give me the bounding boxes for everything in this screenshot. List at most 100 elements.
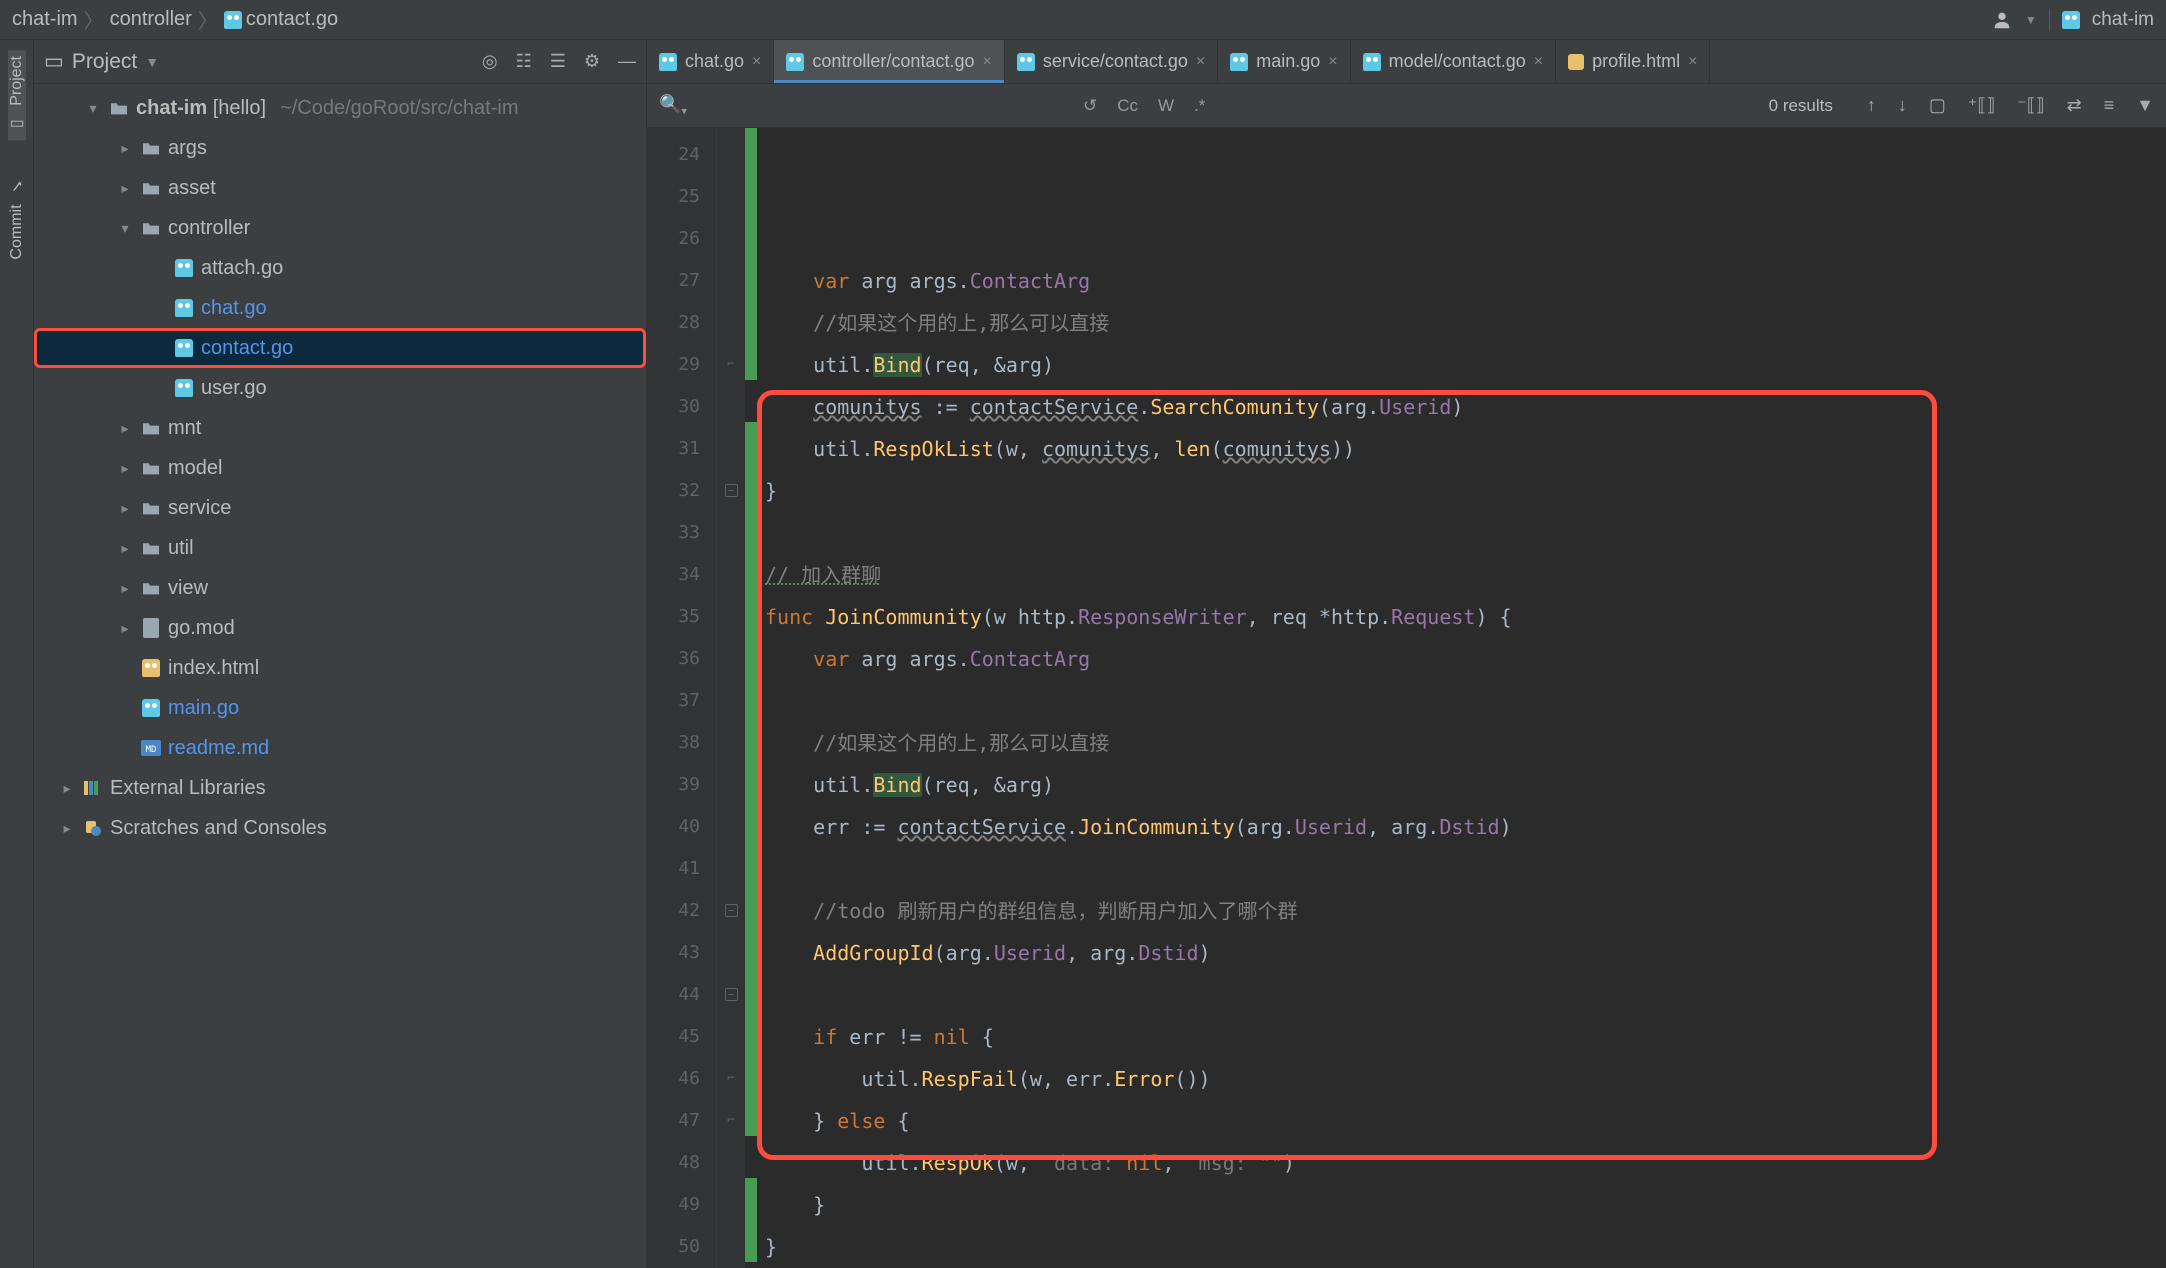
toggle-selection-icon[interactable]: ⇄	[2067, 95, 2082, 116]
chevron-down-icon[interactable]: ▼	[2025, 13, 2037, 27]
regex-button[interactable]: .*	[1194, 96, 1205, 116]
close-icon[interactable]: ×	[982, 53, 991, 71]
filter-icon[interactable]: ▼	[2136, 95, 2154, 116]
chevron-right-icon: ▸	[58, 780, 76, 797]
tool-rail: ▭ Project Commit ✓	[0, 40, 34, 1268]
tree-item-attach-go[interactable]: attach.go	[34, 248, 646, 288]
gear-icon[interactable]: ⚙	[584, 51, 600, 72]
tab-main-go[interactable]: main.go×	[1218, 40, 1350, 83]
code-content[interactable]: var arg args.ContactArg //如果这个用的上,那么可以直接…	[757, 128, 2166, 1268]
breadcrumb-file[interactable]: contact.go	[224, 8, 338, 31]
code-line[interactable]: }	[765, 1184, 2166, 1226]
tree-item-label: main.go	[168, 697, 239, 720]
words-button[interactable]: W	[1158, 96, 1174, 116]
tab-chat-go[interactable]: chat.go ×	[647, 40, 774, 83]
search-icon[interactable]: 🔍▾	[659, 94, 687, 118]
code-line[interactable]: } else {	[765, 1100, 2166, 1142]
code-line[interactable]: if err != nil {	[765, 1016, 2166, 1058]
top-app-label[interactable]: chat-im	[2092, 9, 2154, 31]
close-icon[interactable]: ×	[752, 53, 761, 71]
code-line[interactable]	[765, 974, 2166, 1016]
tree-item-index-html[interactable]: index.html	[34, 648, 646, 688]
tree-item-main-go[interactable]: main.go	[34, 688, 646, 728]
fold-gutter[interactable]: ⌐ − − − ⌐⌐	[717, 128, 745, 1268]
close-icon[interactable]: ×	[1328, 53, 1337, 71]
project-header-title[interactable]: Project	[72, 50, 137, 74]
code-line[interactable]: err := contactService.JoinCommunity(arg.…	[765, 806, 2166, 848]
tree-item-mnt[interactable]: ▸mnt	[34, 408, 646, 448]
tree-external-libraries[interactable]: ▸ External Libraries	[34, 768, 646, 808]
user-icon[interactable]	[1991, 9, 2013, 31]
close-icon[interactable]: ×	[1196, 53, 1205, 71]
tree-item-controller[interactable]: ▾controller	[34, 208, 646, 248]
expand-all-icon[interactable]: ☷	[516, 51, 532, 72]
chevron-down-icon[interactable]: ▼	[145, 54, 159, 70]
code-line[interactable]	[765, 680, 2166, 722]
collapse-all-icon[interactable]: ☰	[550, 51, 566, 72]
code-line[interactable]	[765, 848, 2166, 890]
tree-item-go-mod[interactable]: ▸go.mod	[34, 608, 646, 648]
tab-controller-contact-go[interactable]: controller/contact.go×	[774, 40, 1004, 83]
match-case-button[interactable]: Cc	[1117, 96, 1138, 116]
code-line[interactable]: //todo 刷新用户的群组信息，判断用户加入了哪个群	[765, 890, 2166, 932]
tree-item-label: model	[168, 457, 222, 480]
select-opened-icon[interactable]: ◎	[482, 51, 498, 72]
chevron-right-icon: ▸	[116, 620, 134, 637]
go-file-icon	[173, 257, 195, 279]
settings-icon[interactable]: ≡	[2104, 95, 2115, 116]
tree-item-util[interactable]: ▸util	[34, 528, 646, 568]
rail-project[interactable]: ▭ Project	[8, 50, 26, 140]
tab-service-contact-go[interactable]: service/contact.go×	[1005, 40, 1218, 83]
breadcrumb-folder[interactable]: controller	[110, 8, 192, 31]
tree-item-asset[interactable]: ▸asset	[34, 168, 646, 208]
tree-item-view[interactable]: ▸view	[34, 568, 646, 608]
tab-label: chat.go	[685, 51, 744, 72]
tab-label: profile.html	[1592, 51, 1680, 72]
code-line[interactable]: var arg args.ContactArg	[765, 638, 2166, 680]
tree-item-contact-go[interactable]: contact.go	[34, 328, 646, 368]
tab-profile-html[interactable]: profile.html ×	[1556, 40, 1710, 83]
code-line[interactable]: // 加入群聊	[765, 554, 2166, 596]
code-line[interactable]: var arg args.ContactArg	[765, 260, 2166, 302]
tab-model-contact-go[interactable]: model/contact.go×	[1351, 40, 1556, 83]
code-line[interactable]: util.Bind(req, &arg)	[765, 764, 2166, 806]
code-line[interactable]: comunitys := contactService.SearchComuni…	[765, 386, 2166, 428]
rail-commit[interactable]: Commit ✓	[8, 170, 26, 266]
add-selection-icon[interactable]: ⁺⟦⟧	[1968, 95, 1995, 116]
hide-icon[interactable]: —	[618, 51, 636, 72]
code-line[interactable]: util.Bind(req, &arg)	[765, 344, 2166, 386]
code-line[interactable]: util.RespOkList(w, comunitys, len(comuni…	[765, 428, 2166, 470]
code-editor[interactable]: 2425262728293031323334353637383940414243…	[647, 128, 2166, 1268]
go-file-icon	[140, 697, 162, 719]
tree-scratches[interactable]: ▸ Scratches and Consoles	[34, 808, 646, 848]
remove-selection-icon[interactable]: ⁻⟦⟧	[2017, 95, 2044, 116]
tree-item-model[interactable]: ▸model	[34, 448, 646, 488]
next-match-icon[interactable]: ↓	[1898, 95, 1907, 116]
tree-item-user-go[interactable]: user.go	[34, 368, 646, 408]
tree-item-readme-md[interactable]: MDreadme.md	[34, 728, 646, 768]
tree-item-args[interactable]: ▸args	[34, 128, 646, 168]
code-line[interactable]: }	[765, 1226, 2166, 1268]
history-icon[interactable]: ↺	[1083, 96, 1097, 116]
tree-item-chat-go[interactable]: chat.go	[34, 288, 646, 328]
code-line[interactable]: //如果这个用的上,那么可以直接	[765, 302, 2166, 344]
tree-item-label: view	[168, 577, 208, 600]
tree-item-label: service	[168, 497, 231, 520]
prev-match-icon[interactable]: ↑	[1867, 95, 1876, 116]
select-all-icon[interactable]: ▢	[1929, 95, 1946, 116]
tree-item-label: Scratches and Consoles	[110, 817, 327, 840]
folder-icon	[140, 457, 162, 479]
code-line[interactable]	[765, 512, 2166, 554]
code-line[interactable]: func JoinCommunity(w http.ResponseWriter…	[765, 596, 2166, 638]
breadcrumb-project[interactable]: chat-im	[12, 8, 78, 31]
code-line[interactable]: AddGroupId(arg.Userid, arg.Dstid)	[765, 932, 2166, 974]
code-line[interactable]: }	[765, 470, 2166, 512]
code-line[interactable]: util.RespOk(w, data: nil, msg: "")	[765, 1142, 2166, 1184]
tree-item-service[interactable]: ▸service	[34, 488, 646, 528]
code-line[interactable]: //如果这个用的上,那么可以直接	[765, 722, 2166, 764]
code-line[interactable]: util.RespFail(w, err.Error())	[765, 1058, 2166, 1100]
tree-root[interactable]: ▾ chat-im [hello] ~/Code/goRoot/src/chat…	[34, 88, 646, 128]
close-icon[interactable]: ×	[1688, 53, 1697, 71]
close-icon[interactable]: ×	[1534, 53, 1543, 71]
project-panel-header: ▭ Project ▼ ◎ ☷ ☰ ⚙ —	[34, 40, 646, 84]
